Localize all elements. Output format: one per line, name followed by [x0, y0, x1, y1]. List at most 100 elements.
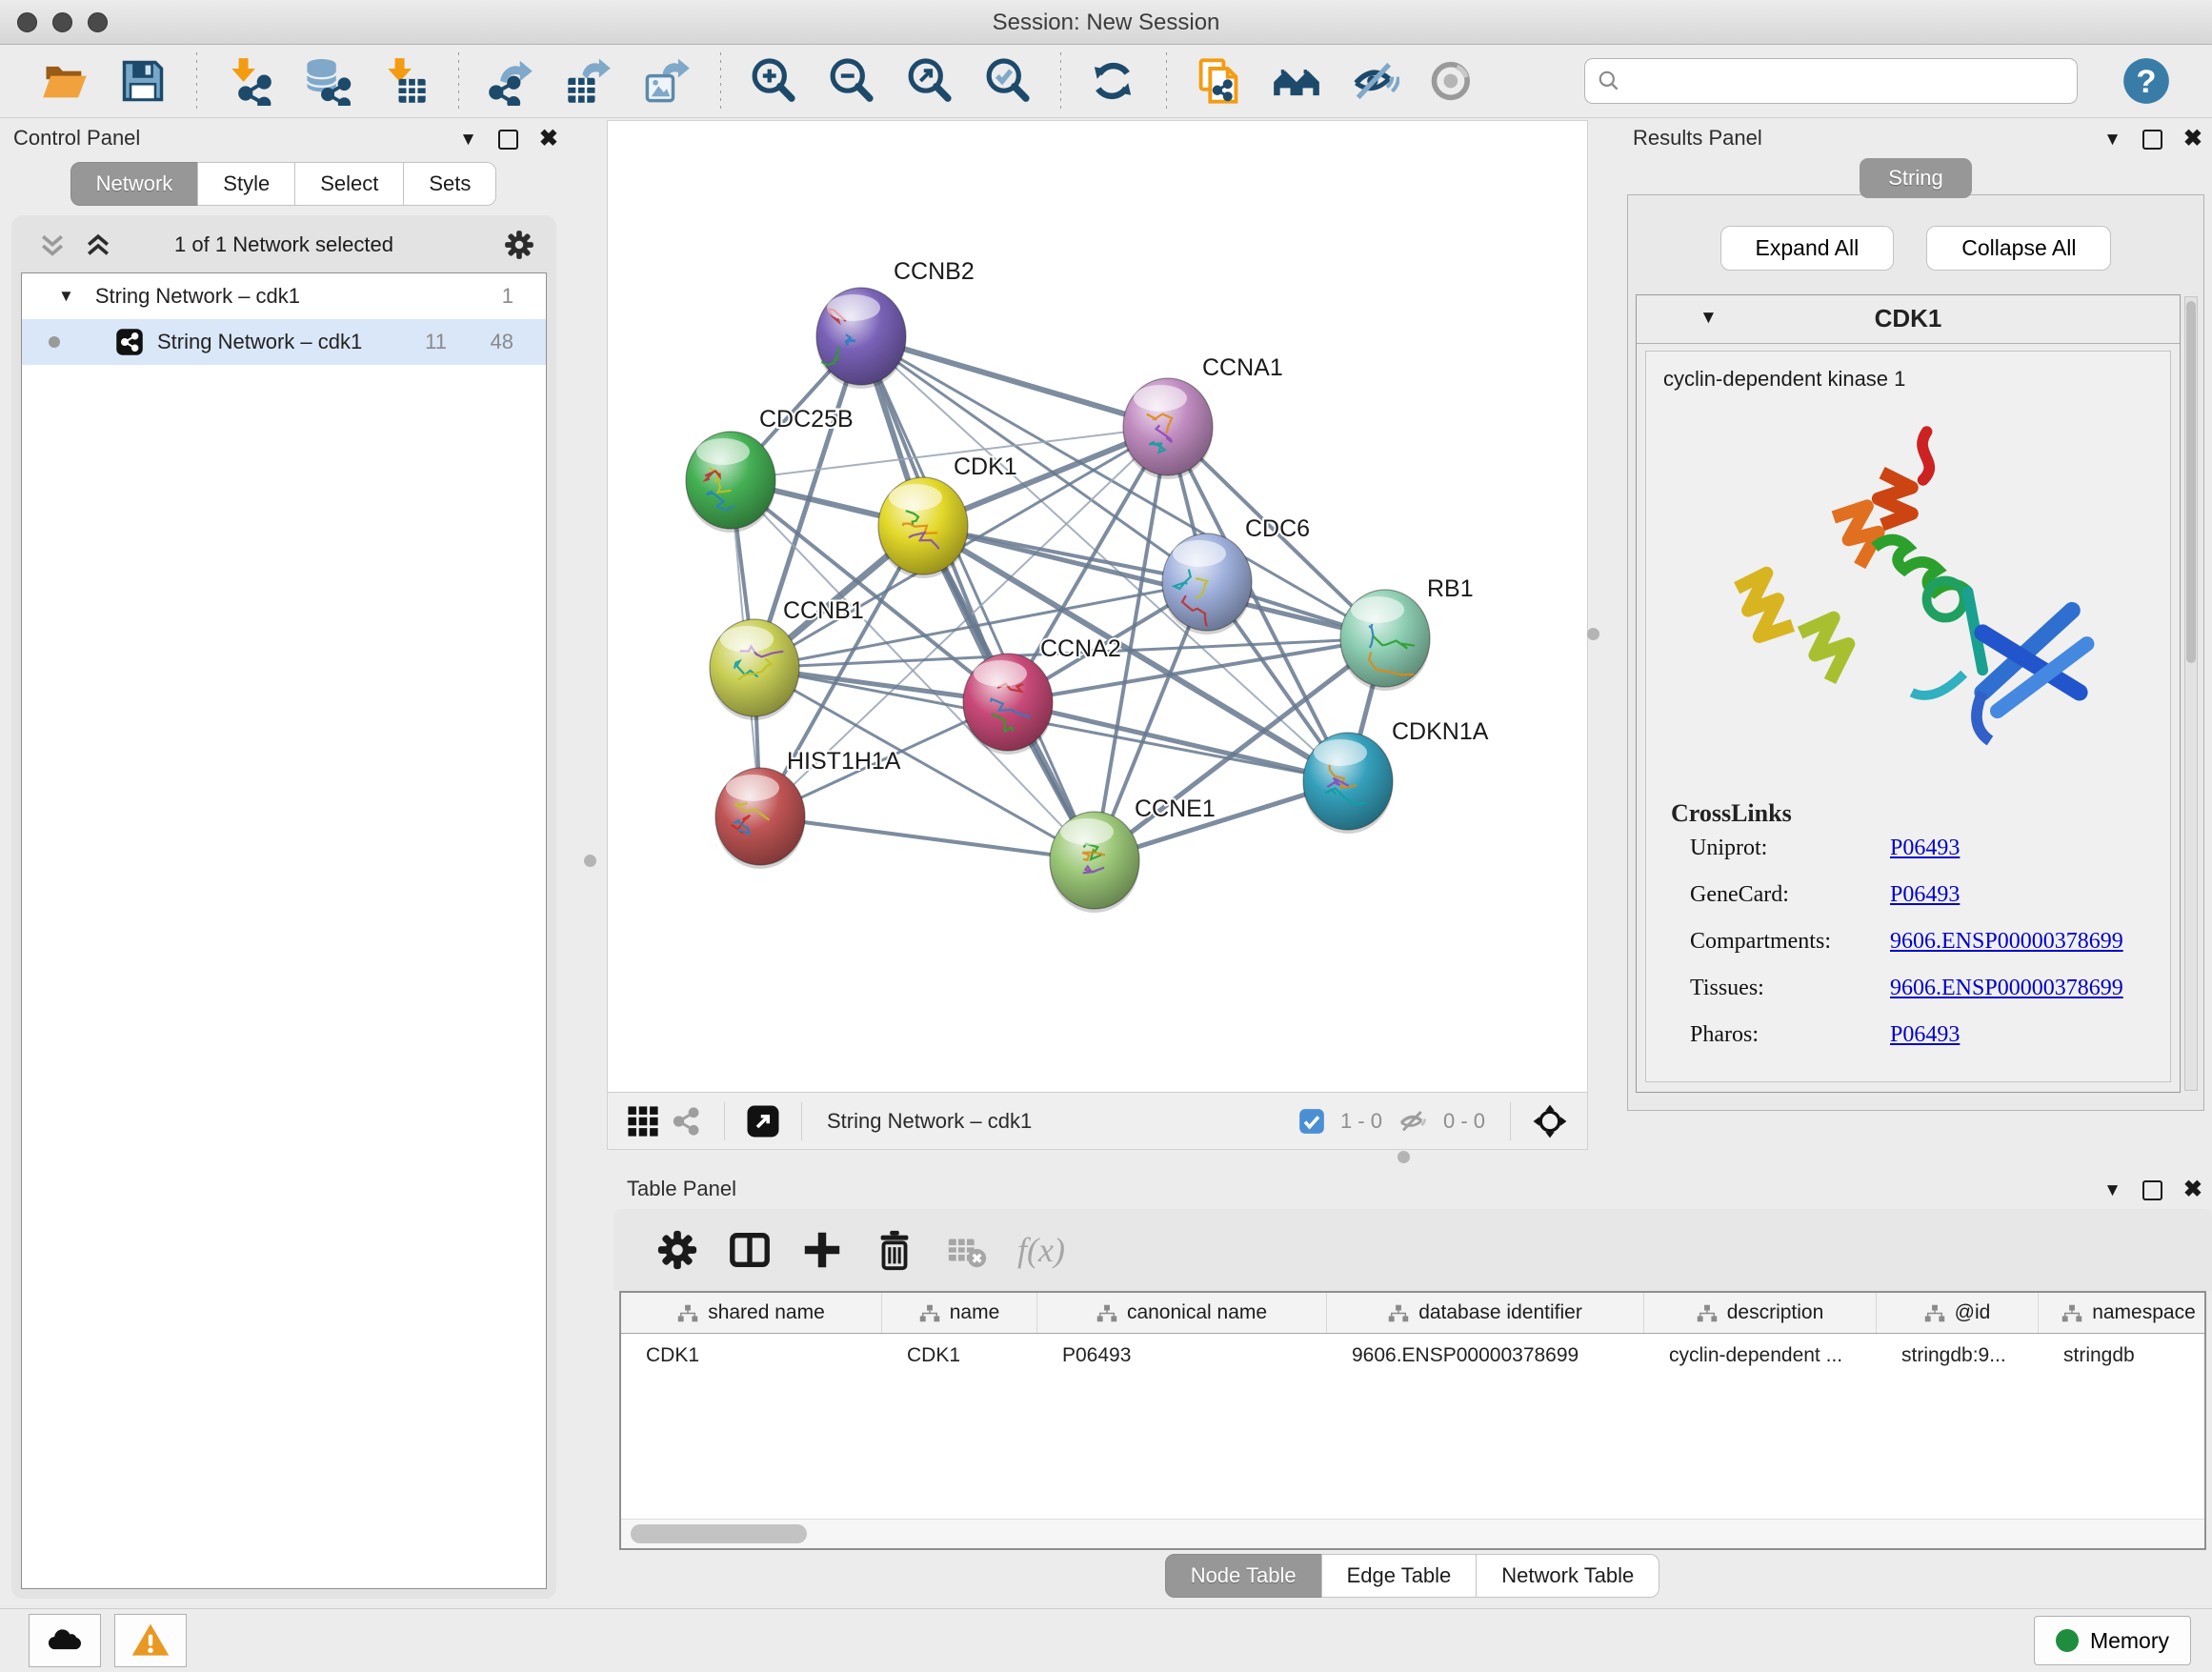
save-session-button[interactable] [114, 51, 173, 111]
import-table-button[interactable] [376, 51, 435, 111]
search-box[interactable] [1584, 58, 2078, 104]
node-CDK1[interactable]: CDK1 [878, 453, 1017, 578]
collection-expand-caret-icon[interactable]: ▼ [58, 287, 74, 306]
float-panel-icon[interactable] [498, 130, 518, 150]
show-all-button[interactable] [1424, 51, 1483, 111]
network-row[interactable]: String Network – cdk1 11 48 [22, 319, 546, 365]
table-row[interactable]: CDK1CDK1P064939606.ENSP00000378699cyclin… [621, 1334, 2204, 1378]
node-CDKN1A[interactable]: CDKN1A [1303, 718, 1489, 834]
export-table-button[interactable] [560, 51, 619, 111]
zoom-in-button[interactable] [744, 51, 803, 111]
right-splitter-handle[interactable] [1587, 628, 1599, 640]
crosslink-link[interactable]: 9606.ENSP00000378699 [1890, 929, 2123, 955]
node-label-CDC25B: CDC25B [759, 406, 854, 433]
expand-all-button[interactable]: Expand All [1720, 226, 1895, 271]
network-collection-row[interactable]: ▼ String Network – cdk1 1 [22, 273, 546, 319]
table-cell[interactable]: 9606.ENSP00000378699 [1327, 1334, 1644, 1378]
table-cell[interactable]: stringdb [2039, 1334, 2206, 1378]
grid-view-icon[interactable] [627, 1105, 659, 1138]
tab-network-table[interactable]: Network Table [1476, 1554, 1659, 1598]
panel-menu-caret-icon[interactable]: ▼ [459, 131, 477, 149]
node-CCNA1[interactable]: CCNA1 [1123, 354, 1283, 479]
column-header-canonical-name[interactable]: canonical name [1037, 1293, 1327, 1333]
crosslink-link[interactable]: P06493 [1890, 836, 1960, 861]
control-panel: Control Panel ▼ ✖ NetworkStyleSelectSets… [0, 120, 568, 1606]
edge-HIST1H1A-CCNE1[interactable] [760, 816, 1095, 860]
open-session-button[interactable] [36, 51, 95, 111]
table-cell[interactable]: CDK1 [882, 1334, 1037, 1378]
float-panel-icon[interactable] [2142, 1180, 2162, 1200]
export-network-button[interactable] [482, 51, 541, 111]
panel-menu-caret-icon[interactable]: ▼ [2103, 1181, 2122, 1199]
table-scrollbar-thumb[interactable] [631, 1524, 807, 1543]
zoom-fit-button[interactable] [900, 51, 959, 111]
node-CCNB2[interactable]: CCNB2 [816, 258, 975, 389]
zoom-selected-button[interactable] [978, 51, 1037, 111]
open-in-window-icon[interactable] [746, 1104, 780, 1138]
edge-CCNB2-CCNE1[interactable] [861, 336, 1095, 860]
table-cell[interactable]: cyclin-dependent ... [1644, 1334, 1877, 1378]
search-input[interactable] [1629, 69, 2065, 93]
tab-style[interactable]: Style [197, 162, 295, 206]
table-cell[interactable]: CDK1 [621, 1334, 882, 1378]
results-scrollbar-thumb[interactable] [2186, 301, 2196, 663]
column-header-namespace[interactable]: namespace [2039, 1293, 2206, 1333]
node-RB1[interactable]: RB1 [1340, 575, 1474, 691]
clone-network-button[interactable] [1190, 51, 1249, 111]
results-scrollbar[interactable] [2184, 296, 2198, 1091]
table-options-button[interactable] [650, 1221, 707, 1279]
hidden-eye-icon[interactable] [1398, 1106, 1428, 1137]
node-CCNB1[interactable]: CCNB1 [710, 597, 864, 720]
first-neighbors-button[interactable] [1268, 51, 1327, 111]
bottom-splitter-handle[interactable] [1398, 1151, 1410, 1163]
close-panel-icon[interactable]: ✖ [2183, 1178, 2202, 1201]
crosslink-link[interactable]: P06493 [1890, 1022, 1960, 1048]
column-header-database-identifier[interactable]: database identifier [1327, 1293, 1644, 1333]
tab-network[interactable]: Network [70, 162, 199, 206]
column-header-description[interactable]: description [1644, 1293, 1877, 1333]
left-splitter-handle[interactable] [584, 855, 596, 867]
cloud-button[interactable] [29, 1614, 101, 1667]
help-button[interactable]: ? [2122, 56, 2171, 106]
birdseye-view-icon[interactable] [1532, 1103, 1568, 1139]
edge-CCNB2-CCNA1[interactable] [861, 336, 1168, 427]
float-panel-icon[interactable] [2142, 130, 2162, 150]
create-column-button[interactable] [794, 1221, 852, 1279]
column-header-@id[interactable]: @id [1877, 1293, 2039, 1333]
delete-column-button[interactable] [867, 1221, 924, 1279]
selected-checkbox-icon[interactable] [1298, 1108, 1325, 1135]
table-cell[interactable]: stringdb:9... [1877, 1334, 2039, 1378]
node-HIST1H1A[interactable]: HIST1H1A [715, 748, 901, 869]
export-image-button[interactable] [638, 51, 697, 111]
import-network-button[interactable] [220, 51, 279, 111]
hide-selected-button[interactable] [1346, 51, 1405, 111]
panel-menu-caret-icon[interactable]: ▼ [2103, 131, 2122, 149]
table-cell[interactable]: P06493 [1037, 1334, 1327, 1378]
network-canvas[interactable]: CCNB2CCNA1CDC25BCDK1CDC6RB1CCNB1CCNA2CDK… [608, 121, 1587, 1093]
table-horizontal-scrollbar[interactable] [621, 1519, 2204, 1548]
column-header-name[interactable]: name [882, 1293, 1037, 1333]
warning-button[interactable] [114, 1614, 187, 1667]
network-options-gear-icon[interactable] [503, 229, 535, 261]
edge-CCNA2-CDKN1A[interactable] [1008, 702, 1348, 781]
tab-node-table[interactable]: Node Table [1165, 1554, 1322, 1598]
column-header-shared-name[interactable]: shared name [621, 1293, 882, 1333]
close-panel-icon[interactable]: ✖ [2183, 128, 2202, 151]
function-builder-button[interactable]: f(x) [1017, 1230, 1065, 1270]
zoom-out-button[interactable] [822, 51, 881, 111]
crosslink-link[interactable]: 9606.ENSP00000378699 [1890, 976, 2123, 1001]
gene-section-header[interactable]: ▼ CDK1 [1637, 295, 2180, 344]
collapse-all-button[interactable]: Collapse All [1926, 226, 2111, 271]
delete-table-button[interactable] [939, 1221, 996, 1279]
tab-edge-table[interactable]: Edge Table [1321, 1554, 1478, 1598]
tab-select[interactable]: Select [294, 162, 404, 206]
refresh-button[interactable] [1084, 51, 1143, 111]
memory-button[interactable]: Memory [2034, 1616, 2191, 1665]
results-tab-string[interactable]: String [1619, 158, 2212, 198]
show-columns-button[interactable] [722, 1221, 779, 1279]
tab-sets[interactable]: Sets [403, 162, 496, 206]
import-network-from-database-button[interactable] [298, 51, 357, 111]
close-panel-icon[interactable]: ✖ [539, 128, 558, 151]
network-share-icon[interactable] [671, 1105, 703, 1138]
crosslink-link[interactable]: P06493 [1890, 882, 1960, 908]
